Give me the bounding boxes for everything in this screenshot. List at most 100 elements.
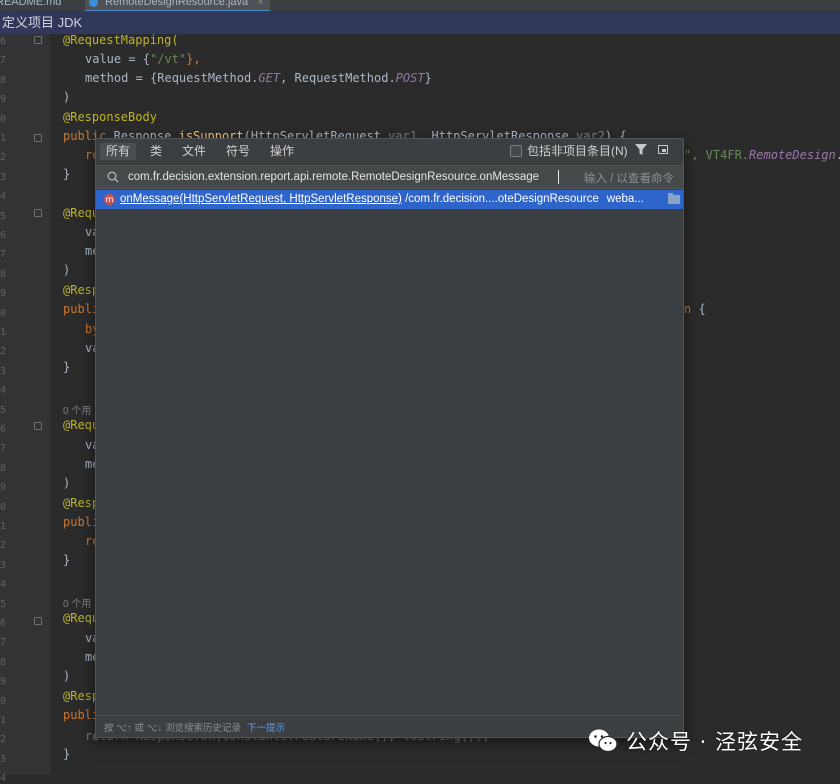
code-line: @Resp bbox=[63, 494, 99, 513]
tab-readme[interactable]: README.md bbox=[0, 0, 61, 10]
code-text: value = { bbox=[85, 52, 151, 66]
code-line-tail: n { bbox=[684, 300, 706, 319]
line-number: 4 bbox=[0, 579, 6, 591]
code-text: } bbox=[424, 71, 432, 85]
annotation: @ResponseBody bbox=[63, 110, 157, 124]
editor-gutter: 678901234567890123456789012345678901234 bbox=[0, 34, 50, 784]
fold-marker[interactable] bbox=[34, 617, 42, 625]
line-number: 5 bbox=[0, 598, 6, 610]
editor-tab-bar: README.md RemoteDesignResource.java × bbox=[0, 0, 840, 11]
module-folder-icon bbox=[668, 193, 680, 204]
annotation: @RequestMapping( bbox=[63, 33, 179, 47]
keyword: publi bbox=[63, 515, 100, 529]
line-number: 4 bbox=[0, 385, 6, 397]
search-hint: 输入 / 以查看命令 bbox=[583, 173, 674, 185]
include-non-project-checkbox[interactable] bbox=[510, 145, 522, 157]
enum-constant: POST bbox=[395, 71, 425, 85]
include-non-project-label[interactable]: 包括非项目条目(N) bbox=[527, 143, 628, 160]
code-text: } bbox=[63, 553, 71, 567]
line-number: 8 bbox=[0, 268, 6, 280]
annotation: @Resp bbox=[63, 496, 100, 510]
line-number: 0 bbox=[0, 501, 6, 513]
tab-all[interactable]: 所有 bbox=[100, 143, 137, 160]
code-line: ) bbox=[63, 667, 70, 686]
next-tip-link[interactable]: 下一提示 bbox=[247, 723, 285, 734]
code-line: @Requ bbox=[63, 416, 99, 435]
tab-actions[interactable]: 操作 bbox=[270, 143, 294, 160]
code-line: } bbox=[63, 551, 70, 570]
tab-remote-design-resource[interactable]: RemoteDesignResource.java × bbox=[85, 0, 270, 11]
java-file-icon bbox=[89, 0, 98, 7]
code-line: @Resp bbox=[63, 687, 99, 706]
line-number: 3 bbox=[0, 753, 6, 765]
code-line: ) bbox=[63, 88, 70, 107]
code-text: ) bbox=[63, 90, 71, 104]
search-input[interactable] bbox=[128, 169, 558, 185]
line-number: 8 bbox=[0, 656, 6, 668]
code-line: method = {RequestMethod.GET, RequestMeth… bbox=[85, 69, 432, 88]
fold-marker[interactable] bbox=[34, 422, 42, 430]
code-line: publi bbox=[63, 300, 99, 319]
line-number: 0 bbox=[0, 695, 6, 707]
result-path: /com.fr.decision....oteDesignResource bbox=[401, 193, 599, 205]
code-line: ) bbox=[63, 474, 70, 493]
open-in-window-icon[interactable] bbox=[658, 145, 668, 154]
line-number: 4 bbox=[0, 191, 6, 203]
keyword: publi bbox=[63, 708, 100, 722]
footer-hint: 按 ⌥↑ 或 ⌥↓ 浏览搜索历史记录 下一提示 bbox=[104, 720, 285, 734]
tab-label: README.md bbox=[0, 0, 62, 8]
keyword: publi bbox=[63, 302, 100, 316]
code-line-tail: ", VT4FR.RemoteDesign. bbox=[684, 146, 840, 165]
code-line: ) bbox=[63, 261, 70, 280]
code-line: publi bbox=[63, 513, 99, 532]
fold-marker[interactable] bbox=[34, 134, 42, 142]
search-icon bbox=[107, 171, 119, 183]
code-text: } bbox=[63, 167, 71, 181]
code-text: , RequestMethod. bbox=[280, 71, 396, 85]
static-field: RemoteDesign bbox=[749, 148, 836, 162]
enum-constant: GET bbox=[258, 71, 281, 85]
line-number: 7 bbox=[0, 249, 6, 261]
code-text: ) bbox=[63, 669, 71, 683]
fold-marker[interactable] bbox=[34, 36, 42, 44]
line-number: 8 bbox=[0, 74, 6, 86]
tab-classes[interactable]: 类 bbox=[150, 143, 162, 160]
footer-text: 按 ⌥↑ 或 ⌥↓ 浏览搜索历史记录 bbox=[104, 723, 241, 734]
annotation: @Requ bbox=[63, 418, 100, 432]
tab-symbols[interactable]: 符号 bbox=[226, 143, 250, 160]
usage-hint[interactable]: 0 个用 bbox=[63, 595, 91, 610]
annotation: @Requ bbox=[63, 611, 100, 625]
code-line: @Requ bbox=[63, 609, 99, 628]
line-number: 9 bbox=[0, 288, 6, 300]
code-text: ) bbox=[63, 263, 71, 277]
code-text: }, bbox=[186, 52, 201, 66]
line-number: 2 bbox=[0, 734, 6, 746]
filter-icon[interactable] bbox=[635, 144, 647, 156]
line-number: 1 bbox=[0, 133, 6, 144]
search-row: 输入 / 以查看命令 bbox=[96, 165, 683, 189]
code-text: ) bbox=[63, 476, 71, 490]
line-number: 7 bbox=[0, 443, 6, 455]
tab-label: RemoteDesignResource.java bbox=[105, 0, 249, 8]
fold-marker[interactable] bbox=[34, 209, 42, 217]
code-line: @RequestMapping( bbox=[63, 31, 179, 50]
code-text: } bbox=[63, 747, 71, 761]
usage-hint[interactable]: 0 个用 bbox=[63, 402, 91, 417]
code-line: @Resp bbox=[63, 281, 99, 300]
code-line: value = {"/vt"}, bbox=[85, 50, 201, 69]
line-number: 1 bbox=[0, 715, 6, 726]
line-number: 9 bbox=[0, 482, 6, 494]
line-number: 1 bbox=[0, 521, 6, 532]
search-result-item[interactable]: m onMessage(HttpServletRequest, HttpServ… bbox=[96, 190, 683, 209]
tab-files[interactable]: 文件 bbox=[182, 143, 206, 160]
search-everywhere-popup: 所有 类 文件 符号 操作 包括非项目条目(N) 输入 / 以查看命令 m on… bbox=[95, 138, 684, 738]
result-text: onMessage(HttpServletRequest, HttpServle… bbox=[120, 192, 644, 207]
string-literal: "/vt" bbox=[150, 52, 187, 66]
close-icon[interactable]: × bbox=[257, 0, 263, 8]
code-line: } bbox=[63, 165, 70, 184]
annotation: @Resp bbox=[63, 283, 100, 297]
code-line: } bbox=[63, 358, 70, 377]
watermark-text: 公众号 · 泾弦安全 bbox=[626, 730, 804, 754]
code-text: method = {RequestMethod. bbox=[85, 71, 259, 85]
line-number: 7 bbox=[0, 55, 6, 67]
